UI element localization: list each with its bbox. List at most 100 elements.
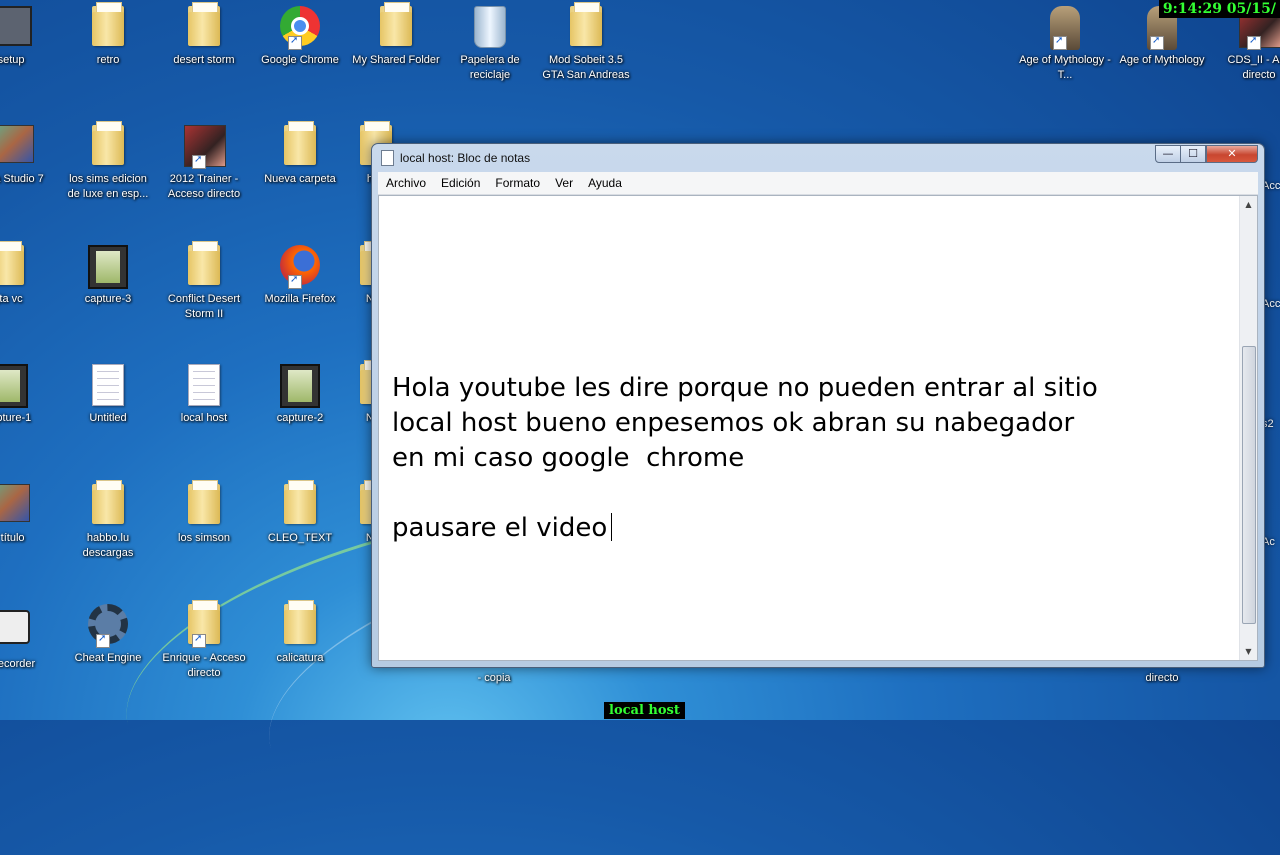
editor-text: Hola youtube les dire porque no pueden e… [392,371,1217,546]
desktop-icon[interactable]: Age of Mythology - T... [1019,6,1111,83]
maximize-button[interactable]: ☐ [1180,145,1206,163]
desktop-icon[interactable]: n Recorder [0,604,54,672]
desktop-icon[interactable]: asia Studio 7 [0,125,58,187]
desktop-icon[interactable]: Untitled [62,364,154,426]
desktop-icon[interactable]: habbo.lu descargas [62,480,154,561]
desktop-icon[interactable]: dsetup [0,6,54,68]
minimize-button[interactable]: — [1155,145,1181,163]
text-line: Hola youtube les dire porque no pueden e… [392,373,1098,403]
desktop-icon[interactable]: capture-3 [62,245,154,307]
close-button[interactable]: ✕ [1206,145,1258,163]
desktop-icon[interactable]: desert storm [158,2,250,68]
window-title: local host: Bloc de notas [400,151,531,165]
desktop-icon[interactable]: calicatura [254,600,346,666]
text-caret [611,513,613,541]
desktop-icon[interactable]: los simson [158,480,250,546]
desktop-icon-label: Untitled [89,412,127,424]
notepad-icon [381,150,394,166]
shortcut-arrow-icon [288,35,302,50]
desktop-icon[interactable]: - copia [448,668,540,686]
shortcut-arrow-icon [288,274,302,289]
desktop-icon-label: Mod Sobeit 3.5 GTA San Andreas [542,54,630,81]
desktop-icon-label: habbo.lu descargas [82,532,134,559]
film-icon [280,364,320,408]
desktop-icon[interactable]: retro [62,2,154,68]
desktop-icon[interactable]: gta vc [0,241,54,307]
chrome-icon [280,6,320,50]
desktop-icon[interactable]: local host [158,364,250,426]
thumb2-icon [0,125,34,169]
shortcut-arrow-icon [1053,35,1067,50]
shortcut-arrow-icon [192,633,206,648]
desktop-icon[interactable]: Conflict Desert Storm II [158,241,250,322]
shortcut-arrow-icon [192,154,206,169]
menu-bar: Archivo Edición Formato Ver Ayuda [378,172,1258,195]
folder-icon [0,241,28,289]
folder-icon [280,600,320,648]
folder-icon [184,480,224,528]
desktop-icon[interactable]: los sims edicion de luxe en esp... [62,121,154,202]
folder-icon [184,241,224,289]
text-line: local host bueno enpesemos ok abran su n… [392,408,1075,438]
desktop-icon-label: Age of Mythology - T... [1019,54,1111,81]
pc-icon [0,6,32,50]
desktop-icon-label: 2012 Trainer - Acceso directo [167,173,241,200]
desktop-icon-label: Age of Mythology [1119,54,1205,66]
vertical-scrollbar[interactable]: ▲ ▼ [1239,196,1257,660]
folder-icon [184,600,224,648]
folder-icon [376,2,416,50]
desktop-icon-label: capture-1 [0,412,32,424]
scroll-down-arrow-icon[interactable]: ▼ [1240,643,1257,660]
desktop-icon[interactable]: 2012 Trainer - Acceso directo [158,125,250,202]
film-icon [88,245,128,289]
menu-archivo[interactable]: Archivo [378,173,433,190]
scroll-up-arrow-icon[interactable]: ▲ [1240,196,1257,213]
desktop-icon-label: local host [180,412,228,424]
desktop-icon-label: directo [1145,672,1179,684]
desktop-icon-label: Enrique - Acceso directo [162,652,246,679]
gear-icon [88,604,128,648]
desktop-icon[interactable]: Enrique - Acceso directo [158,600,250,681]
desktop-icon[interactable]: directo [1116,668,1208,686]
desktop-icon-label: calicatura [276,652,324,664]
folder-icon [566,2,606,50]
desktop-icon[interactable]: Mod Sobeit 3.5 GTA San Andreas [540,2,632,83]
folder-icon [280,121,320,169]
folder-icon [88,121,128,169]
recording-clock: 9:14:29 05/15/ [1158,0,1280,18]
folder-icon [184,2,224,50]
shortcut-arrow-icon [1247,35,1261,50]
text-line: en mi caso google chrome [392,443,745,473]
desktop-icon-label: - copia [477,672,511,684]
shortcut-arrow-icon [96,633,110,648]
text-editor[interactable]: Hola youtube les dire porque no pueden e… [378,195,1258,661]
menu-ver[interactable]: Ver [547,173,580,190]
desktop-icon[interactable]: Cheat Engine [62,604,154,666]
menu-edicion[interactable]: Edición [433,173,487,190]
desktop-icon-label: Papelera de reciclaje [460,54,520,81]
figure-icon [1045,6,1085,50]
title-bar[interactable]: local host: Bloc de notas — ☐ ✕ [372,144,1264,172]
desktop-icon-label: capture-3 [84,293,132,305]
desktop-icon-label: gta vc [0,293,23,305]
desktop-icon[interactable]: Papelera de reciclaje [444,6,536,83]
desktop-icon-label: asia Studio 7 [0,173,44,185]
doc-icon [88,364,128,408]
scroll-thumb[interactable] [1242,346,1256,624]
desktop-icon-label: los simson [178,532,230,544]
text-line-blank: ​ [392,476,1217,511]
desktop-icon[interactable]: Google Chrome [254,6,346,68]
desktop-icon[interactable]: capture-1 [0,364,54,426]
desktop-icon[interactable]: My Shared Folder [350,2,442,68]
bin-icon [470,6,510,50]
notepad-window[interactable]: local host: Bloc de notas — ☐ ✕ Archivo E… [371,143,1265,668]
text-line-current: pausare el video [392,511,1217,546]
folder-icon [280,480,320,528]
menu-ayuda[interactable]: Ayuda [580,173,629,190]
thumb2-icon [0,484,30,528]
desktop-icon[interactable]: n título [0,484,54,546]
doc-icon [184,364,224,408]
folder-icon [88,480,128,528]
text-line: pausare el video [392,513,608,543]
menu-formato[interactable]: Formato [487,173,547,190]
